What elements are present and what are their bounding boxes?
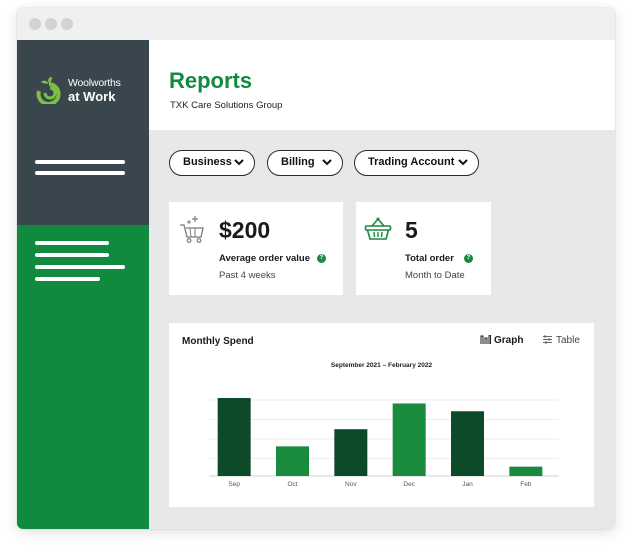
average-order-label: Average order value	[219, 253, 310, 264]
window-titlebar	[17, 8, 615, 40]
page-header: Reports TXK Care Solutions Group	[149, 40, 615, 130]
chevron-down-icon	[234, 159, 244, 166]
window-close-dot[interactable]	[29, 18, 41, 30]
total-order-label: Total order	[405, 253, 454, 264]
chart-x-tick-label: Nov	[345, 481, 357, 488]
menu-line	[35, 265, 125, 269]
chart-bar-dec[interactable]	[392, 403, 426, 476]
brand-line-2: at Work	[68, 88, 116, 104]
monthly-spend-chart: Sep Oct Nov Dec Jan Feb	[209, 398, 559, 488]
billing-filter-label: Billing	[281, 156, 315, 168]
total-order-card: 5 Total order ? Month to Date	[356, 202, 491, 295]
chart-x-tick-label: Feb	[520, 481, 532, 488]
menu-line	[35, 171, 125, 175]
window-maximize-dot[interactable]	[61, 18, 73, 30]
chart-x-tick-label: Dec	[403, 481, 415, 488]
average-order-value: $200	[219, 217, 271, 243]
info-icon[interactable]: ?	[317, 254, 326, 263]
chart-bar-feb[interactable]	[509, 466, 543, 476]
brand-name: Woolworths at Work	[68, 76, 121, 103]
woolworths-logo-icon	[36, 77, 61, 104]
woolworths-logo[interactable]: Woolworths at Work	[35, 76, 135, 106]
trading-account-filter-label: Trading Account	[368, 156, 455, 168]
sidebar-active-section[interactable]	[17, 225, 149, 529]
brand-line-1: Woolworths	[68, 77, 121, 89]
monthly-spend-card: Monthly Spend Graph Table September 2021…	[169, 323, 594, 507]
page-subtitle: TXK Care Solutions Group	[170, 100, 283, 111]
trading-account-filter[interactable]: Trading Account	[354, 150, 479, 176]
menu-line	[35, 160, 125, 164]
chart-bar-sep[interactable]	[217, 398, 251, 476]
business-filter-label: Business	[183, 156, 232, 168]
chart-x-tick-label: Sep	[228, 481, 240, 488]
average-order-card: $200 Average order value ? Past 4 weeks	[169, 202, 343, 295]
chart-bar-nov[interactable]	[334, 429, 368, 476]
total-order-value: 5	[405, 217, 418, 243]
page-title: Reports	[169, 68, 253, 93]
menu-line	[35, 277, 100, 281]
chevron-down-icon	[322, 159, 332, 166]
info-icon[interactable]: ?	[464, 254, 473, 263]
chart-bar-jan[interactable]	[451, 411, 484, 476]
menu-line	[35, 241, 109, 245]
business-filter[interactable]: Business	[169, 150, 255, 176]
billing-filter[interactable]: Billing	[267, 150, 343, 176]
chart-x-tick-label: Oct	[287, 481, 297, 488]
average-order-period: Past 4 weeks	[219, 270, 276, 281]
cart-sparkle-icon	[180, 216, 204, 243]
window-minimize-dot[interactable]	[45, 18, 57, 30]
chart-x-tick-label: Jan	[462, 481, 473, 488]
basket-icon	[364, 217, 392, 240]
chart-bar-oct[interactable]	[276, 446, 309, 476]
sidebar-top: Woolworths at Work	[17, 40, 149, 225]
menu-line	[35, 253, 109, 257]
main-content: Business Billing Trading Account $200 Av…	[149, 130, 615, 529]
sidebar: Woolworths at Work	[17, 40, 149, 529]
browser-window: Woolworths at Work Reports TXK Care Solu…	[17, 8, 615, 529]
chevron-down-icon	[458, 159, 468, 166]
total-order-period: Month to Date	[405, 270, 465, 281]
